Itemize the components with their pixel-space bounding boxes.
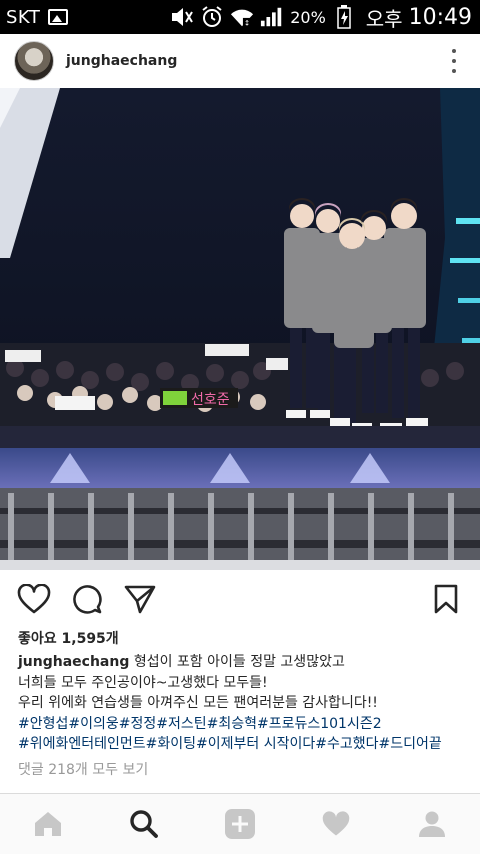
post-header: junghaechang	[0, 34, 480, 88]
status-icons: ↕ 20% 오후 10:49	[170, 3, 472, 32]
caption-text: 우리 위에화 연습생들 아껴주신 모든 팬여러분들 감사합니다!!	[18, 695, 378, 711]
caption-username[interactable]: junghaechang	[18, 654, 129, 670]
wifi-icon: ↕	[230, 5, 254, 29]
carrier-name: SKT	[6, 6, 41, 28]
caption-hashtags[interactable]: #위에화엔터테인먼트#화이팅#이제부터 시작이다#수고했다#드디어끝	[18, 734, 468, 755]
more-options-icon[interactable]	[450, 49, 458, 73]
fan-banner-text: 선호준	[191, 392, 230, 408]
activity-heart-icon[interactable]	[312, 800, 360, 848]
profile-icon[interactable]	[408, 800, 456, 848]
caption-line: junghaechang 형섭이 포함 아이들 정말 고생많았고	[18, 652, 468, 673]
svg-text:↕: ↕	[244, 18, 250, 27]
caption-text: 형섭이 포함 아이들 정말 고생많았고	[133, 654, 345, 670]
battery-percent: 20%	[290, 7, 326, 27]
bookmark-icon[interactable]	[426, 579, 466, 619]
add-post-icon[interactable]	[216, 800, 264, 848]
image-icon	[48, 9, 69, 25]
share-icon[interactable]	[120, 579, 160, 619]
mute-icon	[170, 5, 194, 29]
clock: 10:49	[408, 4, 472, 30]
home-icon[interactable]	[24, 800, 72, 848]
bottom-navigation	[0, 793, 480, 854]
comment-icon[interactable]	[67, 579, 107, 619]
alarm-icon	[200, 5, 224, 29]
signal-icon	[260, 5, 284, 29]
battery-icon	[332, 5, 356, 29]
post-caption: junghaechang 형섭이 포함 아이들 정말 고생많았고 너희들 모두 …	[18, 652, 468, 755]
post-photo[interactable]: 선호준	[0, 88, 480, 570]
post-username[interactable]: junghaechang	[66, 53, 177, 69]
view-all-comments-link[interactable]: 댓글 218개 모두 보기	[18, 759, 148, 779]
likes-count[interactable]: 좋아요 1,595개	[18, 628, 119, 648]
status-bar: SKT ↕ 20% 오후 10:49	[0, 0, 480, 34]
caption-hashtags[interactable]: #안형섭#이의웅#정정#저스틴#최승혁#프로듀스101시즌2	[18, 714, 468, 735]
search-icon[interactable]	[120, 800, 168, 848]
caption-text: 너희들 모두 주인공이야~고생했다 모두들!	[18, 674, 268, 691]
time-ampm: 오후	[365, 6, 403, 31]
heart-icon[interactable]	[14, 579, 54, 619]
post-actions	[0, 570, 480, 628]
avatar[interactable]	[14, 41, 54, 81]
